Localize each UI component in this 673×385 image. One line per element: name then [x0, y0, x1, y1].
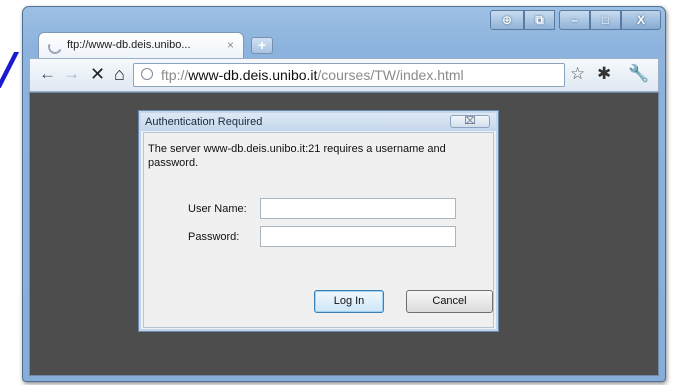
slide-slash-glyph: / — [0, 44, 17, 95]
password-field[interactable] — [260, 226, 456, 247]
dialog-close-icon[interactable]: ⌧ — [450, 115, 490, 128]
url-scheme: ftp:// — [161, 67, 189, 83]
browser-window: ⊕ ⧉ – □ X ftp://www-db.deis.unibo... × +… — [22, 6, 666, 382]
window-control-a[interactable]: ⊕ — [490, 10, 524, 30]
browser-tab[interactable]: ftp://www-db.deis.unibo... × — [38, 32, 244, 58]
address-url: ftp://www-db.deis.unibo.it/courses/TW/in… — [161, 67, 464, 83]
username-label: User Name: — [188, 203, 247, 215]
authentication-dialog: Authentication Required ⌧ The server www… — [138, 110, 499, 332]
dialog-title: Authentication Required — [145, 116, 263, 128]
window-control-b-icon: ⧉ — [535, 12, 544, 27]
window-control-a-icon: ⊕ — [501, 13, 513, 27]
maximize-button[interactable]: □ — [590, 10, 621, 30]
cancel-button[interactable]: Cancel — [406, 290, 493, 313]
url-path: /courses/TW/index.html — [317, 67, 464, 83]
window-control-b[interactable]: ⧉ — [524, 10, 555, 30]
tab-close-icon[interactable]: × — [227, 38, 234, 52]
wrench-icon[interactable]: 🔧 — [628, 64, 649, 84]
url-host: www-db.deis.unibo.it — [188, 67, 318, 83]
maximize-icon: □ — [601, 13, 610, 27]
close-icon: X — [636, 13, 645, 27]
close-window-button[interactable]: X — [621, 10, 661, 30]
address-bar[interactable]: ftp://www-db.deis.unibo.it/courses/TW/in… — [133, 63, 565, 87]
new-tab-button[interactable]: + — [251, 37, 273, 54]
stop-icon[interactable]: ✕ — [90, 64, 105, 85]
minimize-button[interactable]: – — [559, 10, 590, 30]
home-icon[interactable]: ⌂ — [114, 64, 125, 85]
tab-title: ftp://www-db.deis.unibo... — [67, 39, 191, 51]
username-field[interactable] — [260, 198, 456, 219]
navigation-toolbar: ← → ✕ ⌂ ftp://www-db.deis.unibo.it/cours… — [29, 58, 659, 92]
page-info-icon[interactable] — [141, 68, 153, 80]
dialog-titlebar: Authentication Required ⌧ — [141, 113, 496, 131]
back-icon[interactable]: ← — [39, 64, 56, 84]
dialog-body: The server www-db.deis.unibo.it:21 requi… — [143, 132, 494, 328]
password-label: Password: — [188, 231, 240, 243]
login-button[interactable]: Log In — [314, 290, 384, 313]
page-content: Authentication Required ⌧ The server www… — [29, 92, 659, 376]
dialog-message: The server www-db.deis.unibo.it:21 requi… — [148, 143, 446, 169]
star-icon[interactable]: ☆ — [570, 64, 585, 84]
forward-icon[interactable]: → — [63, 64, 80, 84]
spinner-icon — [46, 38, 64, 56]
page-menu-icon[interactable]: ✱ — [597, 64, 611, 84]
minimize-icon: – — [571, 13, 578, 27]
